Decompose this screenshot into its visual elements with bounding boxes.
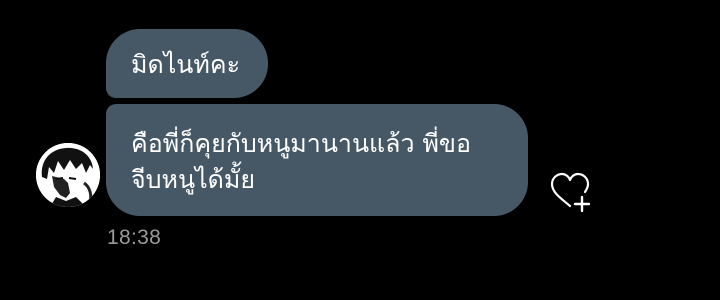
avatar[interactable]	[36, 143, 100, 207]
message-bubble-2[interactable]: คือพี่ก็คุยกับหนูมานานแล้ว พี่ขอจีบหนูได…	[106, 104, 528, 216]
heart-plus-icon[interactable]	[548, 171, 592, 215]
message-bubble-1[interactable]: มิดไนท์คะ	[106, 29, 268, 98]
message-text-2: คือพี่ก็คุยกับหนูมานานแล้ว พี่ขอจีบหนูได…	[131, 129, 472, 194]
message-timestamp: 18:38	[107, 226, 162, 249]
message-text-1: มิดไนท์คะ	[131, 50, 241, 79]
